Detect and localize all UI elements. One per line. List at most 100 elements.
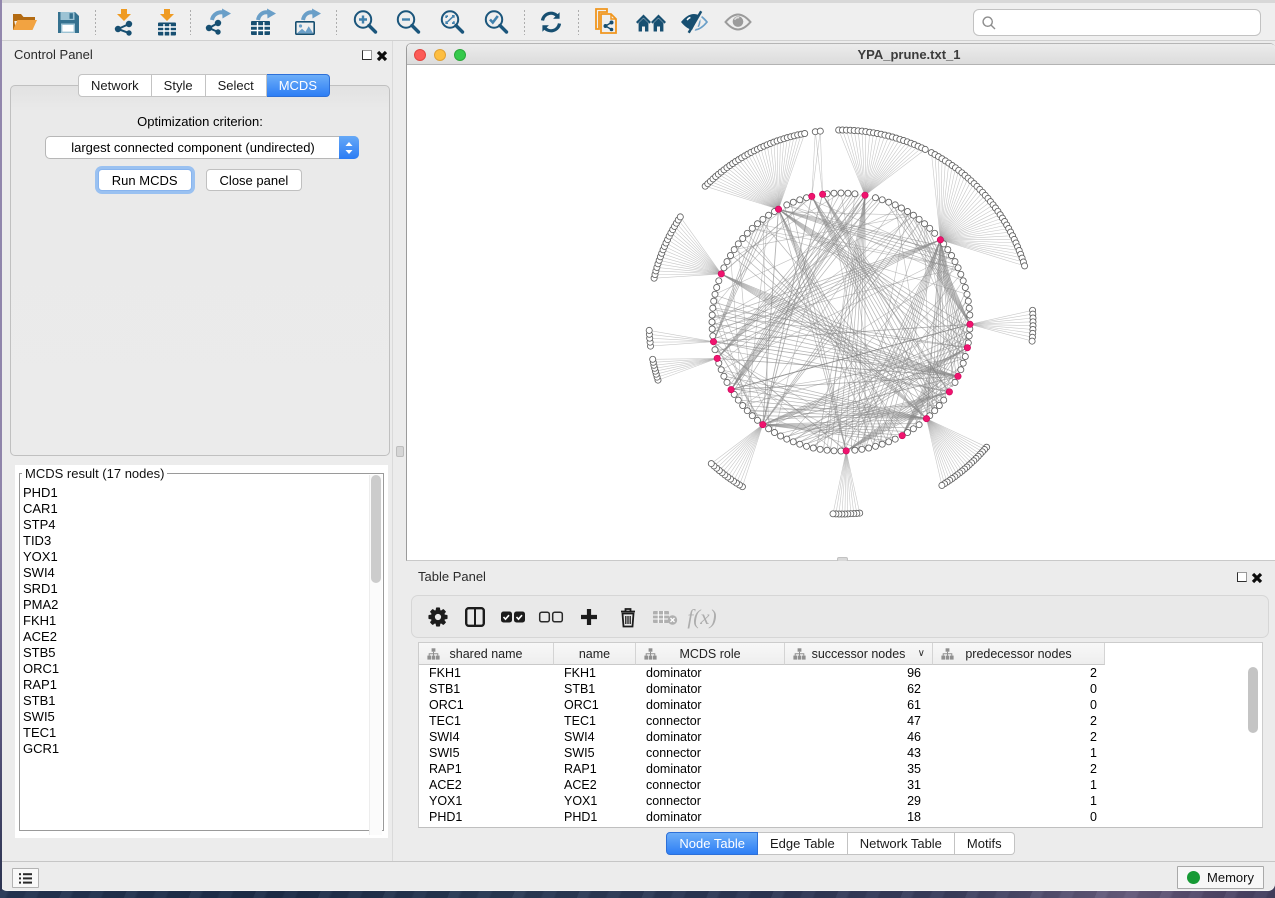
- run-mcds-button[interactable]: Run MCDS: [98, 169, 192, 191]
- ring-node[interactable]: [754, 221, 760, 227]
- mcds-node[interactable]: [728, 386, 734, 392]
- table-row-RAP1[interactable]: RAP1RAP1dominator352: [419, 761, 1262, 777]
- float-panel-icon[interactable]: [362, 50, 372, 60]
- tab-network[interactable]: Network: [78, 74, 152, 97]
- ring-node[interactable]: [945, 247, 951, 253]
- tab-select[interactable]: Select: [206, 74, 267, 97]
- zoom-fit-button[interactable]: [433, 6, 471, 38]
- mcds-node[interactable]: [862, 192, 868, 198]
- ring-node[interactable]: [744, 230, 750, 236]
- add-column-button[interactable]: [572, 601, 606, 633]
- tab-edge-table[interactable]: Edge Table: [758, 832, 848, 855]
- scrollbar-thumb[interactable]: [1248, 667, 1258, 733]
- ring-node[interactable]: [966, 305, 972, 311]
- ring-node[interactable]: [859, 446, 865, 452]
- mcds-result-item[interactable]: STP4: [21, 517, 369, 533]
- zoom-in-button[interactable]: [346, 6, 384, 38]
- mcds-node[interactable]: [710, 339, 716, 345]
- export-network-button[interactable]: [201, 6, 239, 38]
- maximize-traffic-light[interactable]: [454, 49, 466, 61]
- ring-node[interactable]: [710, 305, 716, 311]
- search-input[interactable]: [997, 13, 1260, 33]
- mcds-node[interactable]: [775, 206, 781, 212]
- table-row-PHD1[interactable]: PHD1PHD1dominator180: [419, 809, 1262, 825]
- ring-node[interactable]: [712, 291, 718, 297]
- table-scrollbar[interactable]: [1247, 667, 1259, 825]
- vertical-splitter[interactable]: [392, 41, 406, 861]
- ring-node[interactable]: [965, 298, 971, 304]
- table-row-ACE2[interactable]: ACE2ACE2connector311: [419, 777, 1262, 793]
- import-table-button[interactable]: [148, 6, 186, 38]
- ring-node[interactable]: [966, 333, 972, 339]
- export-table-button[interactable]: [244, 6, 282, 38]
- leaf-node[interactable]: [817, 128, 823, 134]
- mcds-result-item[interactable]: SWI5: [21, 709, 369, 725]
- ring-node[interactable]: [958, 367, 964, 373]
- ring-node[interactable]: [872, 443, 878, 449]
- zoom-out-button[interactable]: [389, 6, 427, 38]
- ring-node[interactable]: [852, 447, 858, 453]
- ring-node[interactable]: [714, 284, 720, 290]
- ring-node[interactable]: [797, 197, 803, 203]
- delete-columns-button[interactable]: [611, 601, 645, 633]
- tab-style[interactable]: Style: [152, 74, 206, 97]
- mcds-result-item[interactable]: STB5: [21, 645, 369, 661]
- ring-node[interactable]: [712, 347, 718, 353]
- ring-node[interactable]: [817, 446, 823, 452]
- mcds-node[interactable]: [964, 345, 970, 351]
- show-all-button[interactable]: [719, 6, 757, 38]
- table-row-STB1[interactable]: STB1STB1dominator620: [419, 681, 1262, 697]
- ring-node[interactable]: [921, 221, 927, 227]
- mcds-result-item[interactable]: ACE2: [21, 629, 369, 645]
- tab-motifs[interactable]: Motifs: [955, 832, 1015, 855]
- function-builder-button[interactable]: f(x): [685, 601, 719, 633]
- mcds-result-item[interactable]: SRD1: [21, 581, 369, 597]
- mcds-result-item[interactable]: STB1: [21, 693, 369, 709]
- table-row-FKH1[interactable]: FKH1FKH1dominator962: [419, 665, 1262, 681]
- ring-node[interactable]: [904, 208, 910, 214]
- leaf-node[interactable]: [646, 327, 652, 333]
- mcds-result-list[interactable]: PHD1CAR1STP4TID3YOX1SWI4SRD1PMA2FKH1ACE2…: [21, 485, 369, 833]
- ring-node[interactable]: [916, 422, 922, 428]
- table-row-ORC1[interactable]: ORC1ORC1dominator610: [419, 697, 1262, 713]
- ring-node[interactable]: [941, 397, 947, 403]
- first-neighbors-button[interactable]: [632, 6, 670, 38]
- mcds-node[interactable]: [819, 191, 825, 197]
- memory-button[interactable]: Memory: [1177, 866, 1264, 889]
- close-panel-icon[interactable]: [376, 50, 388, 62]
- mcds-result-item[interactable]: RAP1: [21, 677, 369, 693]
- ring-node[interactable]: [964, 291, 970, 297]
- mcds-result-item[interactable]: ORC1: [21, 661, 369, 677]
- scrollbar-thumb[interactable]: [371, 475, 381, 583]
- ring-node[interactable]: [927, 225, 933, 231]
- close-panel-button[interactable]: Close panel: [206, 169, 303, 191]
- close-panel-icon[interactable]: [1251, 572, 1263, 584]
- column-header-successor-nodes[interactable]: successor nodes∨: [785, 643, 933, 665]
- ring-node[interactable]: [932, 230, 938, 236]
- ring-node[interactable]: [932, 408, 938, 414]
- ring-node[interactable]: [892, 436, 898, 442]
- table-row-SWI4[interactable]: SWI4SWI4dominator462: [419, 729, 1262, 745]
- mcds-node[interactable]: [714, 355, 720, 361]
- ring-node[interactable]: [740, 235, 746, 241]
- ring-node[interactable]: [831, 448, 837, 454]
- delete-table-button[interactable]: [648, 601, 682, 633]
- ring-node[interactable]: [960, 278, 966, 284]
- ring-node[interactable]: [711, 298, 717, 304]
- hide-selected-button[interactable]: [675, 6, 713, 38]
- leaf-node[interactable]: [650, 356, 656, 362]
- column-header-shared-name[interactable]: shared name: [419, 643, 554, 665]
- table-row-SWI5[interactable]: SWI5SWI5connector431: [419, 745, 1262, 761]
- ring-node[interactable]: [916, 216, 922, 222]
- open-file-button[interactable]: [6, 6, 44, 38]
- clone-network-button[interactable]: [588, 6, 626, 38]
- import-network-button[interactable]: [105, 6, 143, 38]
- save-session-button[interactable]: [49, 6, 87, 38]
- ring-node[interactable]: [879, 197, 885, 203]
- ring-node[interactable]: [960, 360, 966, 366]
- task-history-button[interactable]: [12, 868, 39, 888]
- ring-node[interactable]: [958, 271, 964, 277]
- mcds-result-item[interactable]: PHD1: [21, 485, 369, 501]
- ring-node[interactable]: [740, 402, 746, 408]
- column-header-MCDS-role[interactable]: MCDS role: [636, 643, 785, 665]
